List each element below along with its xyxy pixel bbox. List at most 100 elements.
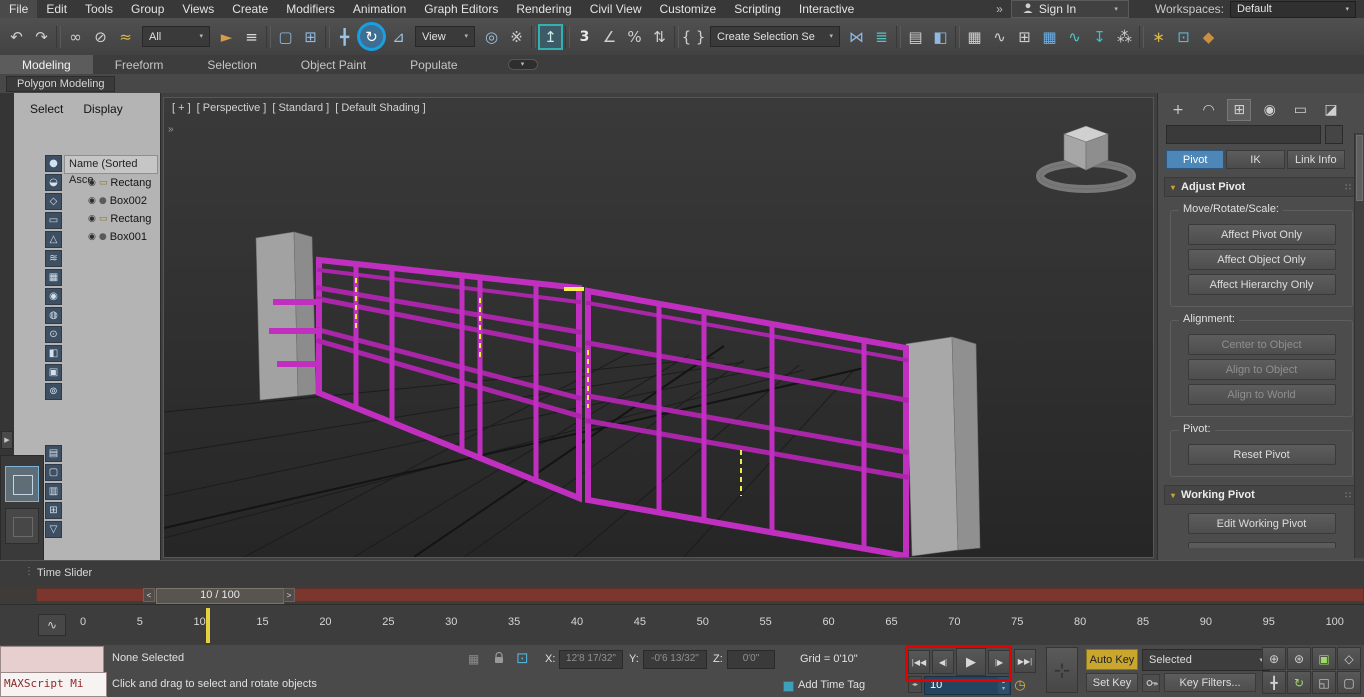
time-configuration-button[interactable]: ◷ [1010, 675, 1030, 694]
modify-tab-icon[interactable]: ◠ [1197, 99, 1221, 121]
curve-editor-icon[interactable]: ∿ [987, 24, 1012, 50]
display-visibility-icon[interactable]: ⊚ [45, 383, 62, 400]
schematic-view-icon[interactable]: ⊞ [1012, 24, 1037, 50]
maxscript-mini-listener[interactable]: MAXScript Mi [0, 672, 107, 697]
spinner-up-icon[interactable]: ▴ [1002, 679, 1005, 686]
filter-containers-icon[interactable]: ⊙ [45, 326, 62, 343]
working-pivot-rollout-header[interactable]: ▾ Working Pivot ∷ [1164, 485, 1359, 505]
ribbon-tab-populate[interactable]: Populate [388, 55, 479, 74]
next-frame-arrow-button[interactable]: > [283, 588, 295, 602]
explorer-tab-select[interactable]: Select [30, 102, 63, 116]
scene-explorer-toggle-icon[interactable]: ◧ [928, 24, 953, 50]
angle-snap-icon[interactable]: ∠ [597, 24, 622, 50]
menu-views[interactable]: Views [173, 0, 223, 18]
key-filters-button[interactable]: Key Filters... [1164, 673, 1256, 692]
filter-shapes-icon[interactable]: ◒ [45, 174, 62, 191]
mirror-icon[interactable]: ⋈ [844, 24, 869, 50]
viewport-general-menu[interactable]: [ + ] [172, 102, 191, 114]
select-and-rotate-icon[interactable]: ↻ [360, 25, 383, 48]
scrollbar-thumb[interactable] [1356, 135, 1363, 201]
named-selection-set-dropdown[interactable]: Create Selection Se ▾ [710, 26, 840, 47]
previous-frame-button[interactable]: ◀| [932, 650, 954, 674]
viewport-pov-menu[interactable]: [ Perspective ] [197, 102, 267, 114]
layer-explorer-icon[interactable]: ▤ [903, 24, 928, 50]
filter-spacewarps-icon[interactable]: ≋ [45, 250, 62, 267]
select-and-link-icon[interactable]: ∞ [63, 24, 88, 50]
track-bar[interactable]: ∿ 05101520253035404550556065707580859095… [0, 604, 1364, 647]
maximize-viewport-toggle-icon[interactable]: ◱ [1312, 671, 1336, 694]
panel-expand-arrow-button[interactable]: ▶ [1, 431, 13, 449]
filter-lights-icon[interactable]: ◇ [45, 193, 62, 210]
viewcube[interactable] [1029, 104, 1147, 202]
filter-xrefs-icon[interactable]: ◉ [45, 288, 62, 305]
menu-animation[interactable]: Animation [344, 0, 415, 18]
reference-coordinate-dropdown[interactable]: View ▾ [415, 26, 475, 47]
select-and-manipulate-icon[interactable]: ※ [504, 24, 529, 50]
menu-edit[interactable]: Edit [37, 0, 76, 18]
align-to-world-button[interactable]: Align to World [1188, 384, 1336, 405]
spinner-snap-icon[interactable]: ⇅ [647, 24, 672, 50]
select-object-icon[interactable]: ► [214, 24, 239, 50]
viewport[interactable]: [ + ] [ Perspective ] [ Standard ] [ Def… [163, 97, 1154, 558]
render-setup-icon[interactable]: ∗ [1146, 24, 1171, 50]
menu-interactive[interactable]: Interactive [790, 0, 863, 18]
select-by-name-icon[interactable]: ≡ [239, 24, 264, 50]
explorer-columns-icon[interactable]: ▥ [45, 483, 62, 500]
affect-object-only-button[interactable]: Affect Object Only [1188, 249, 1336, 270]
open-mini-curve-editor-button[interactable]: ∿ [38, 614, 66, 636]
create-tab-icon[interactable]: + [1166, 99, 1190, 121]
rendered-frame-icon[interactable]: ⊡ [1171, 24, 1196, 50]
center-to-object-button[interactable]: Center to Object [1188, 334, 1336, 355]
use-pivot-point-center-icon[interactable]: ◎ [479, 24, 504, 50]
visibility-eye-icon[interactable]: ◉ [88, 232, 96, 242]
link-info-tab[interactable]: Link Info [1287, 150, 1345, 169]
rectangular-selection-region-icon[interactable]: ▢ [273, 24, 298, 50]
window-crossing-toggle-icon[interactable]: ⊞ [298, 24, 323, 50]
menubar-overflow-icon[interactable]: » [988, 2, 1011, 16]
menu-graph-editors[interactable]: Graph Editors [415, 0, 507, 18]
percent-snap-icon[interactable]: % [622, 24, 647, 50]
ribbon-tab-selection[interactable]: Selection [185, 55, 278, 74]
explorer-list-view-icon[interactable]: ▤ [45, 445, 62, 462]
spinner-down-icon[interactable]: ▾ [1002, 686, 1005, 693]
isolate-selection-icon[interactable]: ▦ [468, 652, 479, 666]
explorer-row[interactable]: ◉ ● Box002 [64, 192, 158, 210]
time-slider-handle[interactable]: 10 / 100 [156, 588, 284, 604]
undo-icon[interactable]: ↶ [4, 24, 29, 50]
key-mode-toggle-button[interactable]: ⊹ [1046, 647, 1078, 693]
object-color-swatch[interactable] [1325, 125, 1343, 144]
visibility-eye-icon[interactable]: ◉ [88, 178, 96, 188]
partially-visible-button[interactable] [1188, 542, 1336, 548]
z-coordinate-field[interactable]: 0'0" [727, 650, 775, 669]
frame-step-button[interactable]: ◂▸ [908, 676, 922, 693]
object-name-field[interactable] [1166, 125, 1321, 144]
set-key-button[interactable]: Set Key [1086, 673, 1138, 692]
menu-file[interactable]: File [0, 0, 37, 18]
filter-helpers-icon[interactable]: △ [45, 231, 62, 248]
edit-working-pivot-button[interactable]: Edit Working Pivot [1188, 513, 1336, 534]
zoom-region-icon[interactable]: ▢ [1337, 671, 1361, 694]
macro-recorder-pane[interactable] [0, 646, 104, 673]
select-and-scale-icon[interactable]: ⊿ [386, 24, 411, 50]
absolute-mode-toggle-icon[interactable]: ⊡ [516, 649, 529, 667]
ribbon-tab-object-paint[interactable]: Object Paint [279, 55, 388, 74]
go-to-start-button[interactable]: |◀◀ [908, 650, 930, 674]
menu-create[interactable]: Create [223, 0, 277, 18]
viewport-layout-tab-1[interactable] [5, 466, 39, 502]
current-frame-field[interactable]: 10 ▴ ▾ [924, 676, 1011, 695]
utilities-tab-icon[interactable]: ◪ [1319, 99, 1343, 121]
hierarchy-tab-icon[interactable]: ⊞ [1227, 99, 1251, 121]
ribbon-tab-freeform[interactable]: Freeform [93, 55, 186, 74]
filter-geometry-icon[interactable]: ● [45, 155, 62, 172]
zoom-icon[interactable]: ⊕ [1262, 647, 1286, 670]
name-column-header[interactable]: Name (Sorted Asce [64, 155, 158, 174]
select-and-move-icon[interactable]: ╋ [332, 24, 357, 50]
reset-pivot-button[interactable]: Reset Pivot [1188, 444, 1336, 465]
previous-frame-arrow-button[interactable]: < [143, 588, 155, 602]
workspace-dropdown[interactable]: Default ▾ [1230, 1, 1356, 18]
align-icon[interactable]: ≣ [869, 24, 894, 50]
affect-pivot-only-button[interactable]: Affect Pivot Only [1188, 224, 1336, 245]
explorer-row[interactable]: ◉ ▭ Rectang [64, 210, 158, 228]
viewport-renderer-menu[interactable]: [ Standard ] [272, 102, 329, 114]
add-time-tag[interactable]: Add Time Tag [798, 679, 865, 691]
